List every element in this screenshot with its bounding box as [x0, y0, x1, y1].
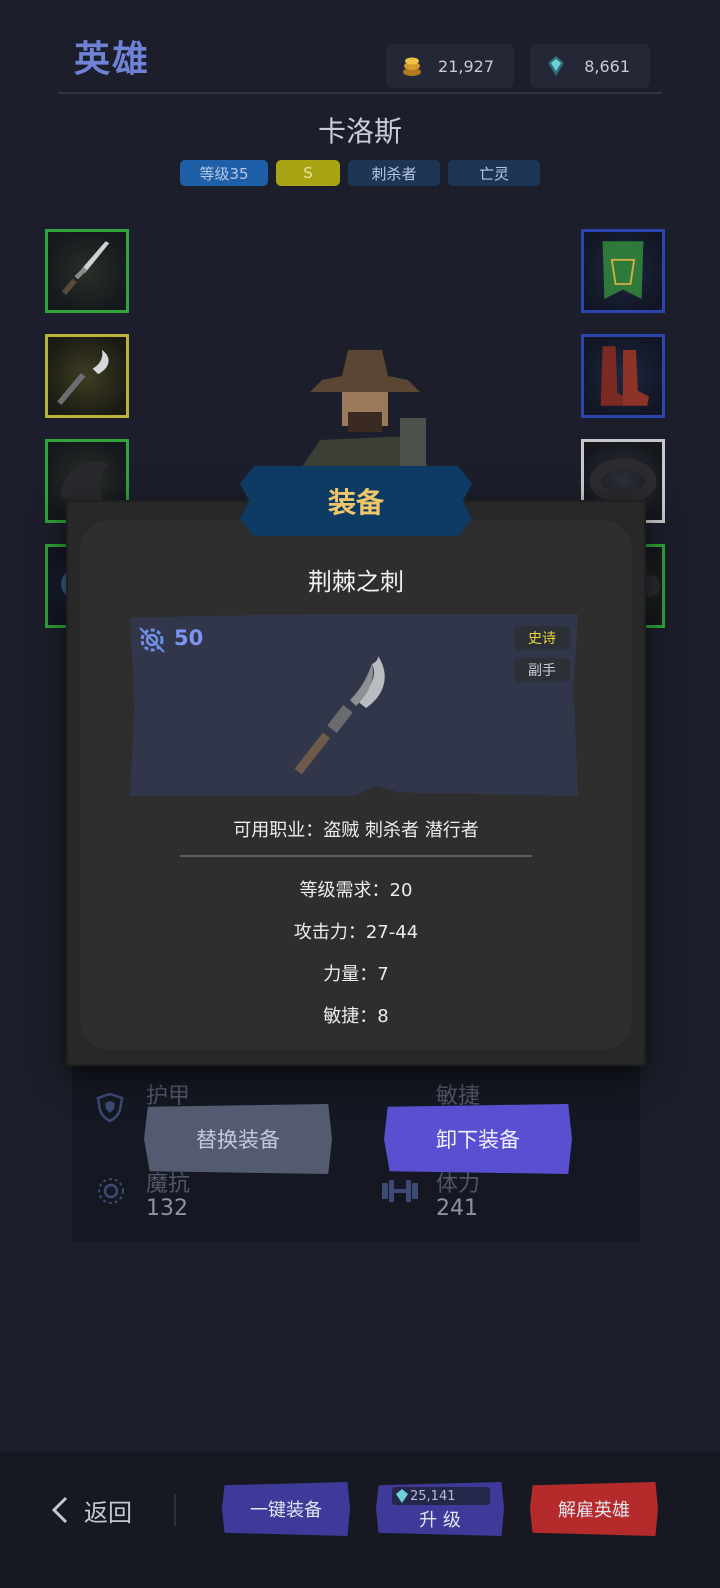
slot-type-badge: 副手	[514, 658, 570, 682]
dismiss-hero-button[interactable]: 解雇英雄	[530, 1482, 658, 1536]
tag-level: 等级35	[180, 160, 268, 186]
dagger-icon	[61, 241, 110, 295]
back-button[interactable]: 返回	[50, 1490, 132, 1530]
bottom-divider	[174, 1494, 176, 1526]
cloak-icon	[602, 241, 644, 299]
hero-tags: 等级35 S 刺杀者 亡灵	[0, 160, 720, 186]
modal-title: 装备	[240, 466, 472, 536]
gold-coin-icon	[403, 57, 421, 76]
page-title: 英雄	[74, 39, 151, 80]
armor-shield-icon	[96, 1092, 124, 1122]
slot-offhand[interactable]	[45, 334, 129, 418]
gem-counter: 8,661	[530, 44, 650, 88]
usable-classes: 可用职业：盗贼 刺杀者 潜行者	[233, 820, 479, 841]
level-gear-icon	[139, 627, 165, 653]
header-divider	[58, 92, 662, 94]
item-name: 荆棘之刺	[308, 568, 404, 596]
modal-divider	[180, 855, 532, 857]
upgrade-cost-value: 25,141	[410, 1488, 456, 1504]
tag-class: 刺杀者	[348, 160, 440, 186]
stat-magic-resist-value: 132	[146, 1196, 188, 1221]
unequip-button[interactable]: 卸下装备	[384, 1104, 572, 1174]
gem-icon	[396, 1489, 408, 1503]
item-glaive-image	[294, 656, 385, 775]
equip-all-button[interactable]: 一键装备	[222, 1482, 350, 1536]
gold-amount: 21,927	[438, 56, 494, 76]
stat-stamina-value: 241	[436, 1196, 478, 1221]
magic-resist-icon	[98, 1178, 124, 1204]
slot-boots[interactable]	[581, 334, 665, 418]
back-label: 返回	[84, 1498, 132, 1527]
glaive-icon	[57, 350, 109, 406]
gold-counter: 21,927	[386, 44, 514, 88]
hero-portrait	[300, 350, 430, 470]
rarity-badge: 史诗	[514, 626, 570, 650]
stat-strength: 力量：7	[323, 964, 389, 985]
stat-agility: 敏捷：8	[323, 1006, 389, 1027]
tag-rank: S	[276, 160, 340, 186]
stat-armor-label: 护甲	[146, 1084, 191, 1109]
upgrade-button[interactable]: 25,141 升 级	[376, 1482, 504, 1536]
gem-amount: 8,661	[584, 56, 630, 76]
slot-cloak[interactable]	[581, 229, 665, 313]
stat-level-req: 等级需求：20	[299, 880, 413, 901]
upgrade-label: 升 级	[419, 1510, 461, 1531]
upgrade-cost: 25,141	[392, 1487, 490, 1505]
replace-equipment-button[interactable]: 替换装备	[144, 1104, 332, 1174]
hero-name: 卡洛斯	[317, 115, 402, 148]
back-arrow-icon	[51, 1496, 68, 1524]
stat-agility-label: 敏捷	[436, 1084, 481, 1109]
item-level: 50	[174, 626, 204, 650]
stamina-dumbbell-icon	[382, 1180, 418, 1202]
gem-icon	[548, 56, 564, 76]
stat-attack: 攻击力：27-44	[293, 922, 419, 943]
slot-weapon[interactable]	[45, 229, 129, 313]
tag-race: 亡灵	[448, 160, 540, 186]
boots-icon	[600, 346, 649, 406]
